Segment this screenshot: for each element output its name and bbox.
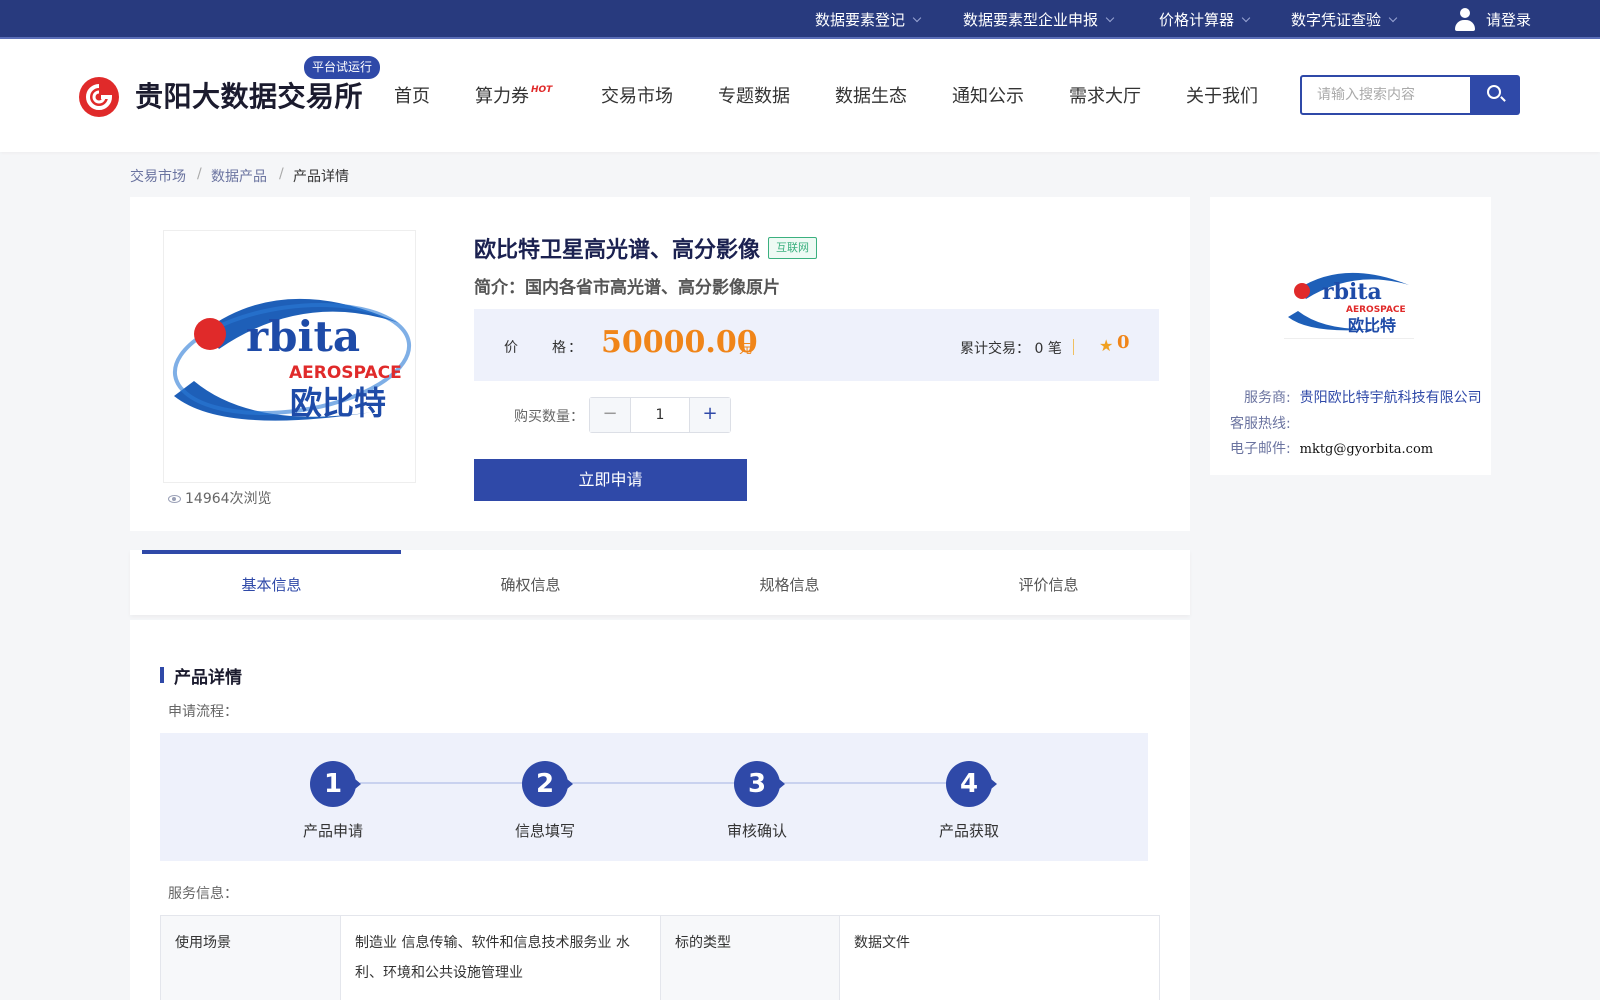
- breadcrumb-separator: /: [279, 166, 284, 182]
- view-count: 14964次浏览: [168, 488, 272, 508]
- quantity-label: 购买数量：: [514, 409, 584, 425]
- orbita-logo-image: rbita AEROSPACE 欧比特: [1288, 272, 1409, 335]
- tab-basic-info[interactable]: 基本信息: [142, 550, 401, 615]
- step-label: 产品获取: [938, 822, 999, 840]
- hot-badge: HOT: [531, 85, 553, 95]
- step-number: 2: [522, 761, 573, 807]
- product-details-panel: 产品详情 申请流程： 1 产品申请 2 信息填写 3 审核确认 4 产品获取 服…: [130, 620, 1190, 1000]
- exchange-logo-icon[interactable]: [79, 77, 119, 117]
- svg-text:AEROSPACE: AEROSPACE: [1346, 305, 1406, 315]
- chevron-down-icon: [912, 13, 922, 22]
- quantity-stepper: − 1 +: [589, 397, 731, 433]
- tab-review-info[interactable]: 评价信息: [919, 550, 1178, 615]
- provider-card: rbita AEROSPACE 欧比特 服务商: 贵阳欧比特宇航科技有限公司 客…: [1210, 197, 1491, 475]
- chevron-down-icon: [1388, 13, 1398, 22]
- main-header: 贵阳大数据交易所 平台试运行 首页 算力券 HOT 交易市场 专题数据 数据生态…: [0, 39, 1600, 152]
- decrease-button[interactable]: −: [590, 398, 631, 432]
- service-label: 服务信息：: [168, 886, 238, 902]
- nav-notices[interactable]: 通知公示: [952, 82, 1024, 108]
- price-value: 50000.00: [601, 325, 758, 360]
- breadcrumb-separator: /: [197, 166, 202, 182]
- step-label: 信息填写: [514, 822, 575, 840]
- table-key: 标的类型: [660, 915, 840, 1000]
- step-label: 产品申请: [302, 822, 363, 840]
- service-info-table: 使用场景 制造业 信息传输、软件和信息技术服务业 水利、环境和公共设施管理业 标…: [160, 915, 1160, 1000]
- hotline-row: 客服热线:: [1230, 416, 1291, 432]
- search-input[interactable]: 请输入搜索内容: [1300, 75, 1472, 115]
- step-number: 3: [734, 761, 785, 807]
- vendor-row: 服务商: 贵阳欧比特宇航科技有限公司: [1244, 390, 1482, 406]
- topnav-price-calculator[interactable]: 价格计算器: [1159, 0, 1251, 39]
- detail-tabs: 基本信息 确权信息 规格信息 评价信息: [130, 550, 1190, 615]
- step-number: 4: [946, 761, 997, 807]
- tab-rights-info[interactable]: 确权信息: [401, 550, 660, 615]
- breadcrumb-current: 产品详情: [293, 169, 349, 185]
- section-marker: [160, 667, 164, 683]
- orbita-logo-image: rbita AEROSPACE 欧比特: [172, 298, 412, 422]
- svg-text:欧比特: 欧比特: [1348, 316, 1396, 335]
- category-tag: 互联网: [768, 237, 817, 259]
- price-label: 价 格：: [504, 340, 584, 356]
- product-card: rbita AEROSPACE 欧比特 14964次浏览 欧比特卫星高光谱、高分…: [130, 197, 1190, 531]
- provider-logo: rbita AEROSPACE 欧比特: [1284, 249, 1414, 339]
- topnav-certificate-check[interactable]: 数字凭证查验: [1291, 0, 1398, 39]
- increase-button[interactable]: +: [689, 398, 730, 432]
- svg-text:欧比特: 欧比特: [290, 384, 386, 422]
- step-number: 1: [310, 761, 361, 807]
- svg-text:rbita: rbita: [1322, 279, 1382, 305]
- divider: [1073, 339, 1074, 355]
- breadcrumb-market[interactable]: 交易市场: [130, 166, 186, 186]
- user-icon: [1454, 7, 1476, 32]
- email-row: 电子邮件: mktg@gyorbita.com: [1230, 441, 1434, 457]
- table-key: 使用场景: [160, 915, 341, 1000]
- search-button[interactable]: [1470, 75, 1520, 115]
- price-panel: 价 格： 50000.00 元 累计交易： 0 笔 ★ 0: [474, 309, 1159, 381]
- chevron-down-icon: [1105, 13, 1115, 22]
- email-value: mktg@gyorbita.com: [1299, 442, 1434, 457]
- nav-about[interactable]: 关于我们: [1186, 82, 1258, 108]
- topnav-enterprise-report[interactable]: 数据要素型企业申报: [963, 0, 1115, 39]
- search-icon: [1487, 85, 1501, 99]
- nav-home[interactable]: 首页: [394, 82, 430, 108]
- tab-spec-info[interactable]: 规格信息: [660, 550, 919, 615]
- flow-connector: [360, 782, 980, 784]
- svg-text:AEROSPACE: AEROSPACE: [289, 363, 402, 383]
- brand-title[interactable]: 贵阳大数据交易所: [135, 75, 363, 115]
- login-link[interactable]: 请登录: [1454, 0, 1531, 39]
- product-title: 欧比特卫星高光谱、高分影像: [474, 238, 761, 263]
- table-value: 制造业 信息传输、软件和信息技术服务业 水利、环境和公共设施管理业: [340, 915, 661, 1000]
- svg-text:rbita: rbita: [246, 312, 360, 361]
- nav-topic-data[interactable]: 专题数据: [718, 82, 790, 108]
- vendor-link[interactable]: 贵阳欧比特宇航科技有限公司: [1300, 390, 1482, 406]
- nav-market[interactable]: 交易市场: [601, 82, 673, 108]
- price-unit: 元: [739, 342, 753, 357]
- quantity-input[interactable]: 1: [631, 398, 689, 432]
- nav-demand-hall[interactable]: 需求大厅: [1069, 82, 1141, 108]
- star-icon: ★: [1099, 336, 1114, 355]
- step-label: 审核确认: [726, 822, 787, 840]
- rating-value: 0: [1117, 332, 1130, 353]
- top-utility-bar: 数据要素登记 数据要素型企业申报 价格计算器 数字凭证查验 请登录: [0, 0, 1600, 39]
- nav-data-ecosystem[interactable]: 数据生态: [835, 82, 907, 108]
- nav-compute-voucher[interactable]: 算力券: [475, 82, 529, 108]
- trial-badge: 平台试运行: [304, 56, 380, 79]
- product-intro: 简介：国内各省市高光谱、高分影像原片: [474, 278, 780, 298]
- trade-count: 累计交易： 0 笔: [960, 341, 1062, 357]
- table-value: 数据文件: [839, 915, 1160, 1000]
- breadcrumb-products[interactable]: 数据产品: [211, 166, 267, 186]
- section-title: 产品详情: [174, 668, 242, 688]
- application-flow: 1 产品申请 2 信息填写 3 审核确认 4 产品获取: [160, 733, 1148, 861]
- apply-now-button[interactable]: 立即申请: [474, 459, 747, 501]
- table-row: 使用场景 制造业 信息传输、软件和信息技术服务业 水利、环境和公共设施管理业 标…: [160, 915, 1160, 1000]
- chevron-down-icon: [1241, 13, 1251, 22]
- product-image: rbita AEROSPACE 欧比特: [163, 230, 416, 483]
- topnav-data-registration[interactable]: 数据要素登记: [815, 0, 922, 39]
- flow-label: 申请流程：: [168, 704, 238, 720]
- eye-icon: [168, 495, 181, 503]
